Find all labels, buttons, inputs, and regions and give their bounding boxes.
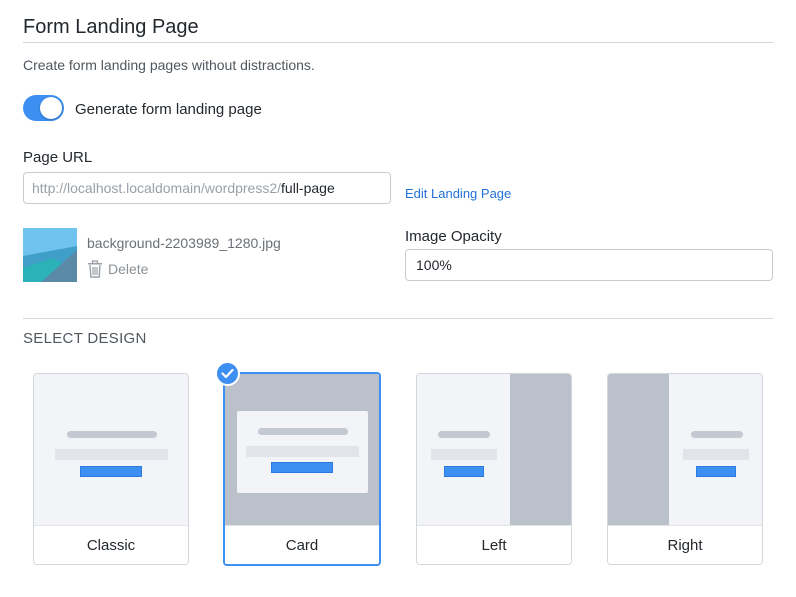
background-image-thumbnail: [23, 228, 77, 282]
trash-icon: [87, 260, 103, 278]
select-design-heading: SELECT DESIGN: [23, 330, 147, 347]
background-file-name: background-2203989_1280.jpg: [87, 235, 281, 251]
design-option-right[interactable]: Right: [607, 373, 763, 565]
card-preview: [225, 374, 379, 525]
preview-title-bar: [258, 428, 348, 435]
preview-button-bar: [271, 462, 333, 473]
design-option-card[interactable]: Card: [223, 372, 381, 566]
image-opacity-label: Image Opacity: [405, 228, 502, 245]
page-description: Create form landing pages without distra…: [23, 57, 315, 73]
delete-label: Delete: [108, 261, 149, 277]
preview-input-bar: [431, 449, 497, 460]
page-url-input[interactable]: http://localhost.localdomain/wordpress2/…: [23, 172, 391, 204]
design-option-left[interactable]: Left: [416, 373, 572, 565]
preview-side-panel: [510, 374, 571, 526]
preview-input-bar: [683, 449, 749, 460]
preview-input-bar: [55, 449, 168, 460]
design-label-classic: Classic: [34, 525, 188, 564]
edit-landing-page-link[interactable]: Edit Landing Page: [405, 186, 511, 201]
page-title: Form Landing Page: [23, 16, 199, 38]
design-label-right: Right: [608, 525, 762, 564]
preview-input-bar: [246, 446, 359, 457]
preview-card-panel: [237, 411, 368, 493]
classic-preview: [34, 374, 188, 526]
toggle-knob: [40, 97, 62, 119]
page-url-slug[interactable]: full-page: [281, 180, 335, 196]
preview-title-bar: [67, 431, 157, 438]
section-divider: [23, 318, 773, 319]
right-preview: [608, 374, 762, 526]
title-divider: [23, 42, 773, 43]
design-label-left: Left: [417, 525, 571, 564]
preview-title-bar: [438, 431, 490, 438]
delete-image-button[interactable]: Delete: [87, 260, 148, 278]
image-opacity-input[interactable]: 100%: [405, 249, 773, 281]
page-url-label: Page URL: [23, 149, 93, 166]
preview-title-bar: [691, 431, 743, 438]
preview-button-bar: [444, 466, 484, 477]
left-preview: [417, 374, 571, 526]
preview-button-bar: [696, 466, 736, 477]
preview-button-bar: [80, 466, 142, 477]
design-option-classic[interactable]: Classic: [33, 373, 189, 565]
generate-landing-page-toggle[interactable]: [23, 95, 64, 121]
design-label-card: Card: [225, 525, 379, 564]
page-url-prefix: http://localhost.localdomain/wordpress2/: [32, 180, 282, 196]
selected-checkmark-icon: [215, 361, 240, 386]
preview-side-panel: [608, 374, 669, 526]
toggle-label: Generate form landing page: [75, 101, 262, 118]
